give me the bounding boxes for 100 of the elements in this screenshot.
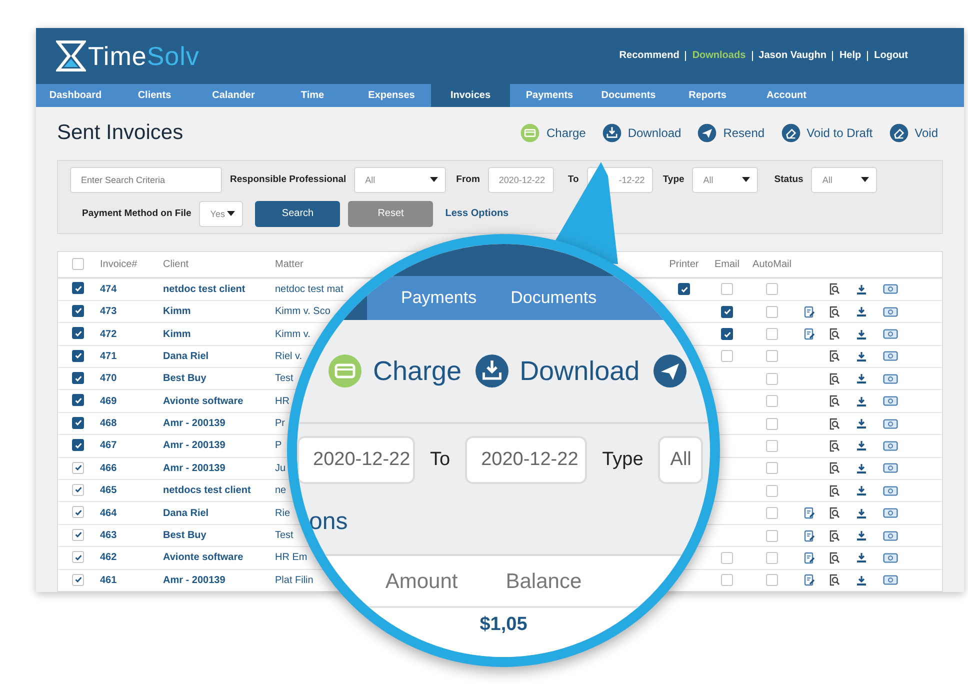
nav-tab[interactable]: Time [273,84,352,107]
money-icon[interactable] [882,351,898,362]
preview-icon[interactable] [828,328,840,340]
preview-icon[interactable] [828,552,840,564]
nav-tab[interactable]: Account [747,84,826,107]
money-icon[interactable] [882,575,898,586]
download-icon[interactable] [856,418,866,430]
preview-icon[interactable] [828,574,840,586]
download-icon[interactable] [856,574,866,586]
action-button[interactable] [652,353,688,389]
download-icon[interactable] [856,485,866,496]
checkbox[interactable] [72,304,84,317]
download-icon[interactable] [856,350,866,362]
preview-icon[interactable] [828,350,840,362]
nav-tab[interactable]: Invoices [431,84,510,107]
nav-tab[interactable]: Dashboard [36,84,115,107]
action-button[interactable]: Charge [327,353,462,389]
action-button[interactable]: Charge [520,123,586,144]
checkbox[interactable] [72,372,84,384]
header-link[interactable]: Recommend [613,51,686,62]
money-icon[interactable] [882,306,898,317]
action-button[interactable]: Void [888,123,938,144]
money-icon[interactable] [882,374,898,384]
preview-icon[interactable] [828,283,840,296]
download-icon[interactable] [856,440,866,452]
download-icon[interactable] [856,396,866,407]
search-button[interactable]: Search [255,200,340,227]
checkbox[interactable] [72,394,84,406]
edit-note-icon[interactable] [804,574,814,586]
money-icon[interactable] [882,284,898,294]
nav-tab[interactable]: Documents [589,84,668,107]
checkbox[interactable] [678,283,690,296]
checkbox[interactable] [721,306,733,318]
checkbox[interactable] [72,416,84,429]
dropdown[interactable]: All [692,166,758,193]
checkbox[interactable] [72,350,84,362]
nav-tab[interactable]: Clients [115,84,194,107]
reset-button[interactable]: Reset [348,200,434,227]
edit-note-icon[interactable] [804,328,814,340]
download-icon[interactable] [856,306,866,318]
money-icon[interactable] [882,396,898,406]
action-button[interactable]: Download [474,353,640,389]
action-button[interactable]: Resend [697,123,765,144]
checkbox[interactable] [72,327,84,340]
less-options-link[interactable]: Less Options [445,208,509,220]
date-field[interactable]: 2020-12-22 [297,436,415,484]
date-field[interactable]: 2020-12-22 [488,166,554,193]
nav-tab[interactable]: Payments [510,84,589,107]
download-icon[interactable] [856,284,866,295]
download-icon[interactable] [856,328,866,340]
nav-tab[interactable]: Expenses [352,84,431,107]
edit-note-icon[interactable] [804,530,814,542]
preview-icon[interactable] [828,395,840,408]
preview-icon[interactable] [828,484,840,497]
header-link[interactable]: Logout [867,51,914,62]
preview-icon[interactable] [828,530,840,542]
header-link[interactable]: Jason Vaughn [752,51,832,62]
download-icon[interactable] [856,530,866,542]
nav-tab[interactable]: Calander [194,84,273,107]
date-field[interactable]: 2020-12-22 [465,436,588,484]
money-icon[interactable] [882,329,898,339]
checkbox[interactable] [72,439,84,452]
dropdown[interactable]: All [354,166,446,193]
action-button[interactable]: Download [602,123,682,144]
money-icon[interactable] [882,440,898,451]
checkbox[interactable] [72,282,84,294]
download-icon[interactable] [856,462,866,474]
table-cell: 462 [100,552,117,564]
edit-note-icon[interactable] [804,552,814,564]
header-link[interactable]: Help [832,51,868,62]
money-icon[interactable] [882,552,898,563]
money-icon[interactable] [882,508,898,518]
dropdown[interactable]: Yes [199,200,244,227]
money-icon[interactable] [882,486,898,496]
eraser-icon [780,123,801,144]
preview-icon[interactable] [828,372,840,385]
money-icon[interactable] [882,418,898,429]
column-header: AutoMail [752,258,792,270]
edit-note-icon[interactable] [804,306,814,318]
download-icon[interactable] [856,508,866,519]
money-icon[interactable] [882,463,898,474]
search-field[interactable]: Enter Search Criteria [70,166,222,193]
nav-tab[interactable]: Payments [401,288,477,308]
edit-note-icon[interactable] [804,507,814,520]
header-link[interactable]: Downloads [685,51,752,62]
dropdown[interactable]: All [811,166,878,193]
preview-icon[interactable] [828,440,840,452]
money-icon[interactable] [882,530,898,541]
action-button[interactable]: Void to Draft [780,123,873,144]
download-icon[interactable] [856,373,866,384]
download-icon[interactable] [856,552,866,564]
dropdown[interactable]: All [658,436,704,484]
nav-tab[interactable]: Reports [668,84,747,107]
nav-tab[interactable]: Documents [510,288,597,308]
link-fragment[interactable]: ons [309,508,348,535]
preview-icon[interactable] [828,418,840,430]
preview-icon[interactable] [828,306,840,318]
preview-icon[interactable] [828,507,840,520]
preview-icon[interactable] [828,462,840,474]
checkbox[interactable] [721,328,733,340]
